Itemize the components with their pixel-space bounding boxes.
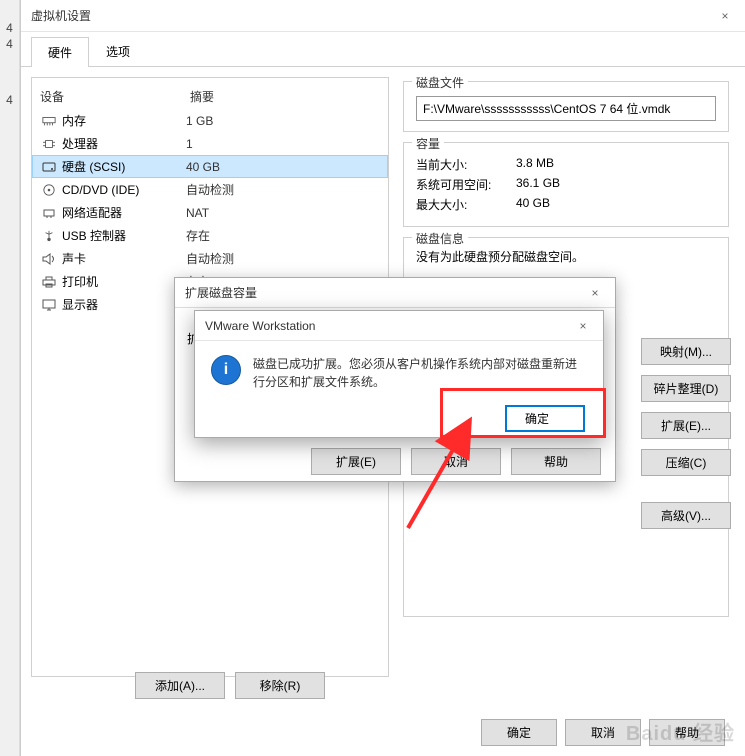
ok-button[interactable]: 确定 — [481, 719, 557, 746]
display-icon — [40, 298, 58, 312]
hw-row-net[interactable]: 网络适配器 NAT — [32, 201, 388, 224]
disk-file-path[interactable]: F:\VMware\sssssssssss\CentOS 7 64 位.vmdk — [416, 96, 716, 121]
window-titlebar: 虚拟机设置 × — [21, 0, 745, 32]
free-space-label: 系统可用空间: — [416, 176, 516, 193]
hw-row-usb[interactable]: USB 控制器 存在 — [32, 224, 388, 247]
expand-button[interactable]: 扩展(E)... — [641, 412, 731, 439]
disk-icon — [40, 160, 58, 174]
info-icon: i — [211, 355, 241, 385]
map-button[interactable]: 映射(M)... — [641, 338, 731, 365]
advanced-button[interactable]: 高级(V)... — [641, 502, 731, 529]
printer-icon — [40, 275, 58, 289]
disk-info-text: 没有为此硬盘预分配磁盘空间。 — [416, 248, 716, 265]
hardware-list-header: 设备 摘要 — [32, 84, 388, 109]
expand-confirm-button[interactable]: 扩展(E) — [311, 448, 401, 475]
max-size-label: 最大大小: — [416, 196, 516, 213]
defrag-button[interactable]: 碎片整理(D) — [641, 375, 731, 402]
close-icon[interactable]: × — [585, 286, 605, 300]
disk-file-fieldset: 磁盘文件 F:\VMware\sssssssssss\CentOS 7 64 位… — [403, 81, 729, 132]
close-icon[interactable]: × — [573, 319, 593, 333]
current-size-label: 当前大小: — [416, 156, 516, 173]
capacity-fieldset: 容量 当前大小:3.8 MB 系统可用空间:36.1 GB 最大大小:40 GB — [403, 142, 729, 227]
tab-hardware[interactable]: 硬件 — [31, 37, 89, 67]
tab-options[interactable]: 选项 — [89, 36, 147, 66]
cd-icon — [40, 183, 58, 197]
current-size-value: 3.8 MB — [516, 156, 554, 173]
dialog-footer: 确定 取消 帮助 — [481, 719, 725, 746]
info-ok-button[interactable]: 确定 — [505, 405, 585, 432]
info-dialog-title: VMware Workstation — [205, 319, 573, 333]
hw-row-sound[interactable]: 声卡 自动检测 — [32, 247, 388, 270]
cancel-button[interactable]: 取消 — [565, 719, 641, 746]
capacity-legend: 容量 — [412, 135, 444, 152]
col-summary: 摘要 — [190, 88, 214, 105]
free-space-value: 36.1 GB — [516, 176, 560, 193]
disk-info-legend: 磁盘信息 — [412, 230, 468, 247]
hw-row-disk[interactable]: 硬盘 (SCSI) 40 GB — [32, 155, 388, 178]
hw-row-cd[interactable]: CD/DVD (IDE) 自动检测 — [32, 178, 388, 201]
disk-file-legend: 磁盘文件 — [412, 74, 468, 91]
settings-tabs: 硬件 选项 — [21, 36, 745, 67]
remove-hardware-button[interactable]: 移除(R) — [235, 672, 325, 699]
usb-icon — [40, 229, 58, 243]
add-hardware-button[interactable]: 添加(A)... — [135, 672, 225, 699]
app-sidebar: 4 4 4 — [0, 0, 20, 756]
expand-cancel-button[interactable]: 取消 — [411, 448, 501, 475]
cpu-icon — [40, 137, 58, 151]
help-button[interactable]: 帮助 — [649, 719, 725, 746]
sound-icon — [40, 252, 58, 266]
compact-button[interactable]: 压缩(C) — [641, 449, 731, 476]
net-icon — [40, 206, 58, 220]
info-message: 磁盘已成功扩展。您必须从客户机操作系统内部对磁盘重新进行分区和扩展文件系统。 — [253, 355, 587, 391]
vmware-info-dialog: VMware Workstation × i 磁盘已成功扩展。您必须从客户机操作… — [194, 310, 604, 438]
hardware-add-remove-bar: 添加(A)... 移除(R) — [51, 670, 409, 705]
max-size-value: 40 GB — [516, 196, 550, 213]
col-device: 设备 — [40, 88, 190, 105]
expand-dialog-title: 扩展磁盘容量 — [185, 284, 585, 301]
close-icon[interactable]: × — [715, 9, 735, 23]
window-title: 虚拟机设置 — [31, 7, 715, 24]
memory-icon — [40, 114, 58, 128]
hw-row-memory[interactable]: 内存 1 GB — [32, 109, 388, 132]
expand-help-button[interactable]: 帮助 — [511, 448, 601, 475]
disk-utility-buttons: 映射(M)... 碎片整理(D) 扩展(E)... 压缩(C) 高级(V)... — [641, 338, 731, 529]
hw-row-cpu[interactable]: 处理器 1 — [32, 132, 388, 155]
